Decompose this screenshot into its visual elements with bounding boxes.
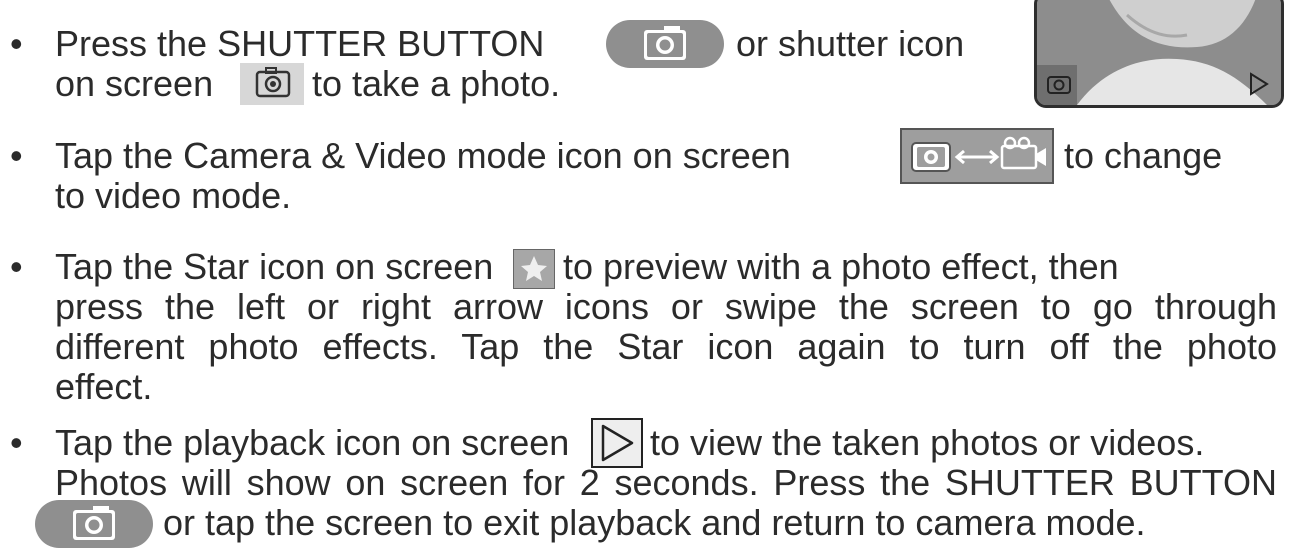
item-4-line-3: Photos will show on screen for 2 seconds… — [55, 462, 1277, 503]
item-2-line-2: to change — [1064, 135, 1223, 176]
item-3-line-3: press the left or right arrow icons or s… — [55, 286, 1277, 327]
shutter-button-icon — [606, 20, 724, 68]
item-4-line-1: Tap the playback icon on screen — [55, 422, 570, 463]
bullet-1: • — [10, 23, 23, 64]
play-triangle-icon — [601, 424, 634, 462]
bullet-3: • — [10, 246, 23, 287]
item-3-line-5: effect. — [55, 366, 153, 407]
item-3-line-1: Tap the Star icon on screen — [55, 246, 494, 287]
item-1-line-3: on screen — [55, 63, 214, 104]
item-4-line-2: to view the taken photos or videos. — [650, 422, 1205, 463]
star-icon — [521, 256, 547, 281]
bullet-4: • — [10, 422, 23, 463]
item-2-line-1: Tap the Camera & Video mode icon on scre… — [55, 135, 791, 176]
preview-play-icon — [1250, 72, 1269, 96]
shutter-onscreen-icon — [240, 63, 304, 105]
camera-icon — [73, 506, 115, 540]
item-1-line-4: to take a photo. — [312, 63, 561, 104]
playback-icon — [591, 418, 643, 468]
camera-video-toggle-icon — [911, 136, 1046, 172]
item-3-line-4: different photo effects. Tap the Star ic… — [55, 326, 1277, 367]
item-1-line-2: or shutter icon — [736, 23, 965, 64]
camera-outline-icon — [255, 67, 291, 98]
item-1-line-1: Press the SHUTTER BUTTON — [55, 23, 545, 64]
camera-preview-image — [1034, 0, 1284, 108]
item-4-line-4: or tap the screen to exit playback and r… — [163, 502, 1146, 543]
item-3-line-2: to preview with a photo effect, then — [563, 246, 1119, 287]
camera-icon — [644, 26, 686, 60]
item-2-line-3: to video mode. — [55, 175, 292, 216]
star-icon-box — [513, 249, 555, 289]
camera-video-mode-icon — [900, 128, 1054, 184]
bullet-2: • — [10, 135, 23, 176]
preview-camera-icon — [1047, 76, 1071, 94]
shutter-button-icon-2 — [35, 500, 153, 548]
